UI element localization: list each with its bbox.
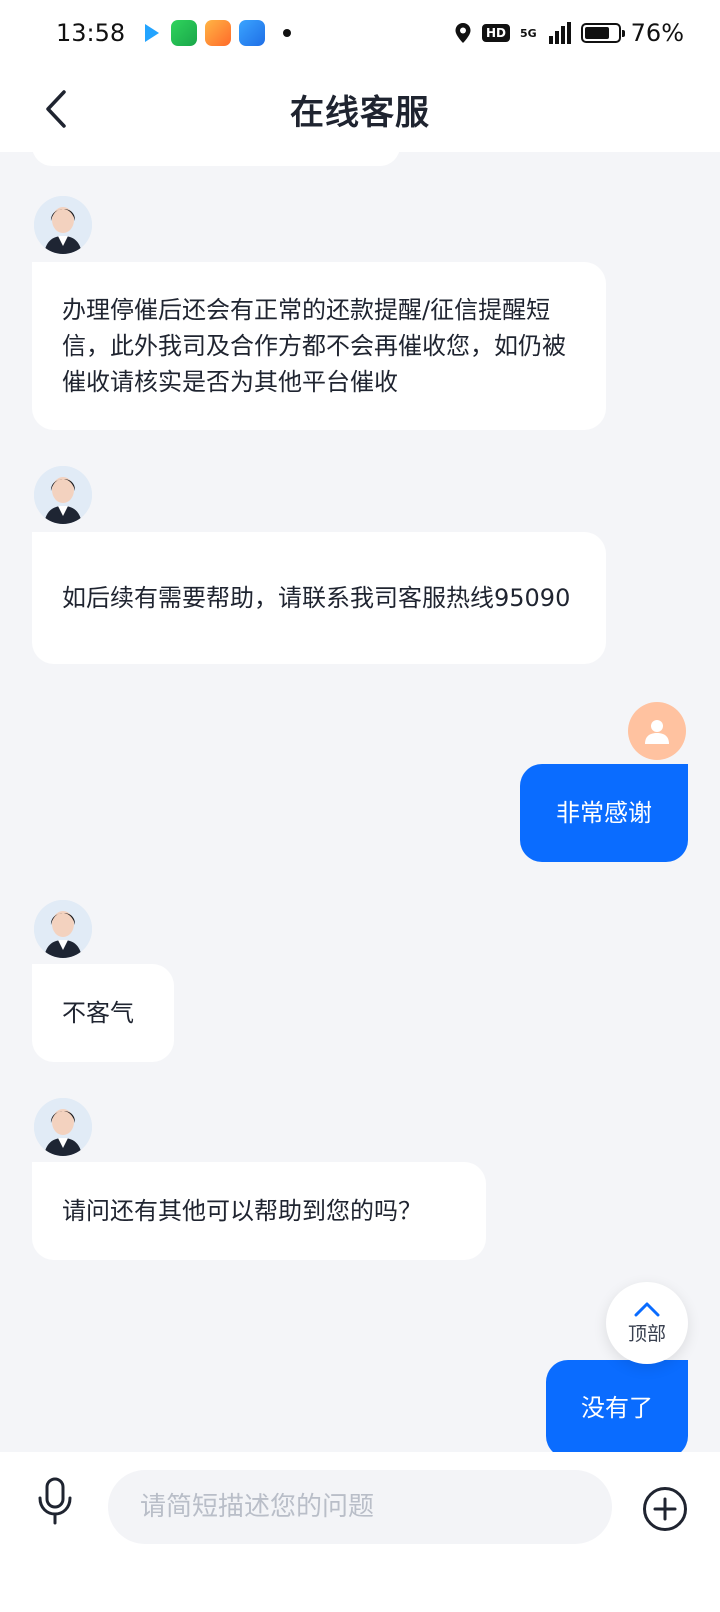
message-text: 请问还有其他可以帮助到您的吗？: [62, 1197, 422, 1225]
scroll-to-top-button[interactable]: 顶部: [606, 1282, 688, 1364]
page-title: 在线客服: [290, 92, 430, 133]
agent-avatar-icon: [34, 900, 92, 958]
input-bar: [0, 1452, 720, 1612]
microphone-icon[interactable]: [34, 1476, 76, 1526]
status-indicators: HD 5G 76%: [454, 19, 684, 47]
user-icon: [645, 720, 669, 744]
chat-message-list[interactable]: 办理停催后还会有正常的还款提醒/征信提醒短信，此外我司及合作方都不会再催收您，如…: [0, 152, 720, 1452]
agent-avatar: [34, 196, 92, 254]
battery-fill: [584, 27, 609, 39]
agent-avatar-icon: [34, 1098, 92, 1156]
status-app-icons: [145, 20, 292, 46]
iqiyi-icon: [171, 20, 198, 46]
status-time: 13:58: [56, 19, 126, 47]
message-text: 不客气: [62, 999, 134, 1027]
back-button[interactable]: [36, 84, 76, 134]
video-icon: [205, 20, 232, 46]
scroll-to-top-label: 顶部: [627, 1322, 666, 1345]
message-input[interactable]: [108, 1470, 612, 1544]
message-text: 办理停催后还会有正常的还款提醒/征信提醒短信，此外我司及合作方都不会再催收您，如…: [62, 296, 566, 396]
message-bubble-partial: [32, 152, 400, 166]
add-circle-icon[interactable]: [642, 1486, 688, 1532]
agent-avatar-icon: [34, 196, 92, 254]
play-icon: [145, 24, 160, 42]
message-bubble-user: 没有了: [546, 1360, 688, 1452]
signal-icon: [548, 22, 571, 44]
nav-bar: 在线客服: [0, 66, 720, 152]
chevron-up-icon: [634, 1302, 660, 1316]
message-text: 如后续有需要帮助，请联系我司客服热线95090: [62, 584, 571, 612]
battery-icon: [580, 23, 625, 43]
message-bubble-user: 非常感谢: [520, 764, 688, 862]
location-icon: [455, 23, 471, 43]
message-bubble-agent: 如后续有需要帮助，请联系我司客服热线95090: [32, 532, 606, 664]
message-bubble-agent: 请问还有其他可以帮助到您的吗？: [32, 1162, 486, 1260]
bird-icon: [239, 20, 266, 46]
agent-avatar: [34, 466, 92, 524]
chevron-left-icon: [46, 90, 66, 128]
network-label: 5G: [519, 26, 537, 40]
agent-avatar-icon: [34, 466, 92, 524]
message-bubble-agent: 不客气: [32, 964, 174, 1062]
notification-dot-icon: [283, 29, 292, 37]
agent-avatar: [34, 1098, 92, 1156]
user-avatar: [628, 702, 686, 760]
hd-badge: HD: [481, 24, 510, 42]
status-bar: 13:58 HD 5G 76%: [0, 0, 720, 66]
message-text: 非常感谢: [556, 799, 652, 827]
message-bubble-agent: 办理停催后还会有正常的还款提醒/征信提醒短信，此外我司及合作方都不会再催收您，如…: [32, 262, 606, 430]
agent-avatar: [34, 900, 92, 958]
battery-percent: 76%: [630, 19, 684, 47]
message-text: 没有了: [581, 1394, 653, 1422]
